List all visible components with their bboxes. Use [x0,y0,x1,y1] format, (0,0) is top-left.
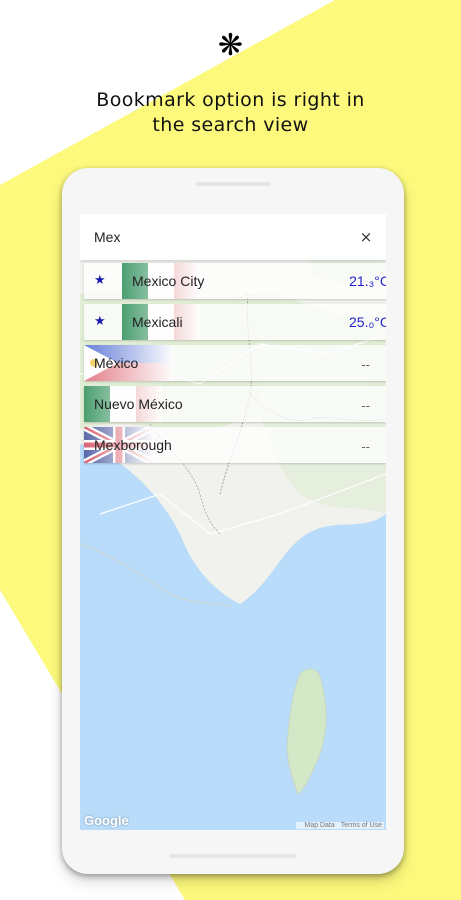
result-city-name: Mexico City [132,273,205,289]
result-row-mexico[interactable]: México -- [84,345,386,381]
map-attribution: Map Data Terms of Use [296,822,384,829]
phone-speaker [196,182,270,186]
search-input[interactable] [94,214,334,260]
bookmark-star-icon[interactable]: ★ [94,263,106,299]
result-city-name: Mexborough [94,437,172,453]
result-city-name: Nuevo México [94,396,183,412]
headline: Bookmark option is right in the search v… [30,88,431,138]
headline-line-1: Bookmark option is right in [96,89,365,111]
bookmark-star-icon[interactable]: ★ [94,304,106,340]
result-temperature: -- [361,440,370,454]
map-data-link[interactable]: Map Data [304,822,334,829]
result-temperature: -- [361,399,370,413]
result-city-name: México [94,355,139,371]
snowflake-icon: ❋ [217,28,244,63]
result-row-mexborough[interactable]: Mexborough -- [84,427,386,463]
clear-search-button[interactable]: × [356,227,376,247]
phone-home-bar [170,854,296,858]
result-temperature: 25.₀°C [349,314,386,330]
result-row-mexico-city[interactable]: ★ Mexico City 21.₃°C [84,263,386,299]
search-bar: × [80,214,386,260]
phone-frame: × ★ Mexico City 21.₃°C [62,168,404,874]
app-screen: × ★ Mexico City 21.₃°C [80,214,386,830]
result-row-mexicali[interactable]: ★ Mexicali 25.₀°C [84,304,386,340]
result-row-nuevo-mexico[interactable]: Nuevo México -- [84,386,386,422]
result-city-name: Mexicali [132,314,183,330]
result-temperature: 21.₃°C [349,273,386,289]
search-results-list: ★ Mexico City 21.₃°C ★ Mexicali 25.₀°C M… [84,263,386,468]
terms-of-use-link[interactable]: Terms of Use [341,822,382,829]
google-logo: Google [84,813,129,828]
headline-line-2: the search view [152,114,309,136]
result-temperature: -- [361,358,370,372]
